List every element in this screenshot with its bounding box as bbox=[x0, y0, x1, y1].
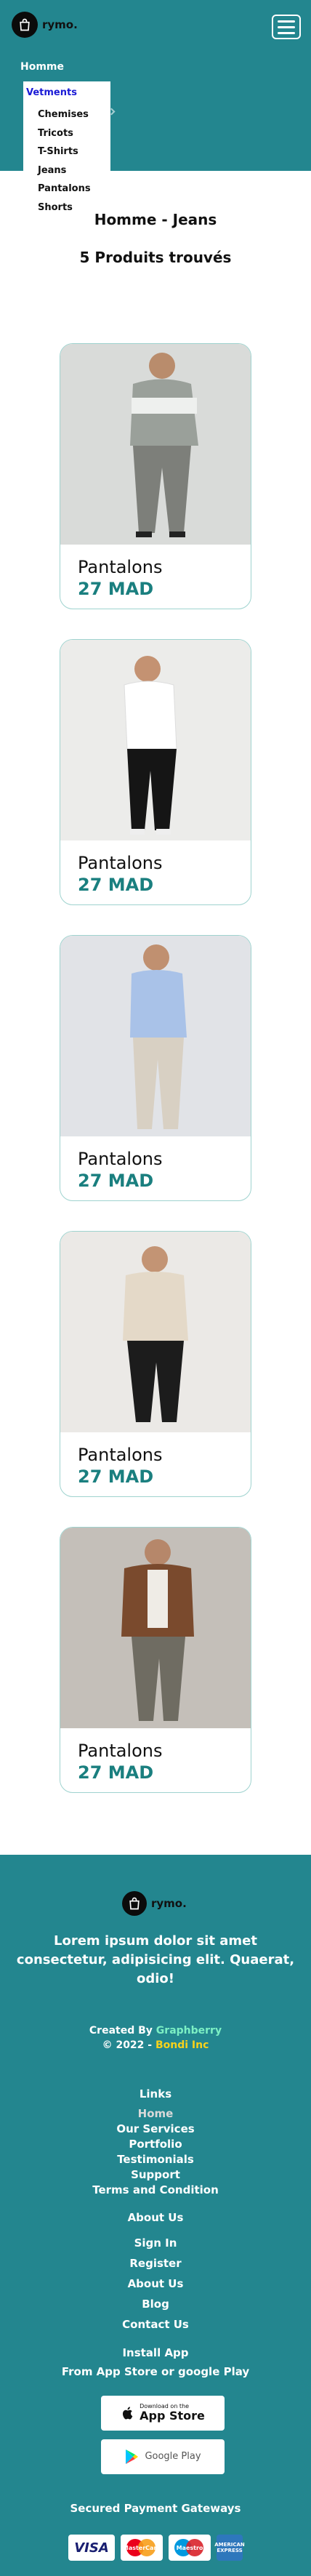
menu-toggle-button[interactable] bbox=[272, 15, 301, 39]
footer-link-testimonials[interactable]: Testimonials bbox=[0, 2152, 311, 2167]
google-play-label: Google Play bbox=[145, 2451, 201, 2463]
install-heading: Install App bbox=[122, 2346, 189, 2359]
brand-name: rymo. bbox=[42, 18, 78, 31]
dropdown-item-chemises[interactable]: Chemises bbox=[38, 108, 91, 127]
google-play-button[interactable]: Google Play bbox=[101, 2439, 225, 2474]
about-heading: About Us bbox=[127, 2211, 184, 2224]
dropdown-item-pantalons[interactable]: Pantalons bbox=[38, 182, 91, 201]
footer-link-portfolio[interactable]: Portfolio bbox=[0, 2137, 311, 2152]
mastercard-logo: MasterCard bbox=[121, 2535, 163, 2561]
payments-heading: Secured Payment Gateways bbox=[70, 2502, 241, 2515]
product-image bbox=[60, 344, 251, 545]
footer-brand[interactable]: rymo. bbox=[122, 1891, 187, 1916]
about-links-list: Sign In Register About Us Blog Contact U… bbox=[0, 2233, 311, 2335]
product-name: Pantalons bbox=[78, 1445, 163, 1465]
footer-links-list: Home Our Services Portfolio Testimonials… bbox=[0, 2106, 311, 2198]
category-dropdown: Vetments Chemises Tricots T-Shirts Jeans… bbox=[23, 81, 110, 213]
app-store-label: App Store bbox=[140, 2408, 205, 2423]
hamburger-line bbox=[278, 25, 295, 28]
brand-logo[interactable]: rymo. bbox=[12, 12, 78, 38]
apple-icon bbox=[123, 2407, 133, 2420]
product-price: 27 MAD bbox=[78, 1171, 154, 1191]
nav-link-homme[interactable]: Homme bbox=[20, 61, 64, 73]
page-title: Homme - Jeans bbox=[94, 211, 217, 228]
mastercard-label: MasterCard bbox=[122, 2544, 161, 2551]
footer-link-about[interactable]: About Us bbox=[0, 2274, 311, 2294]
copyright-owner-link[interactable]: Bondi Inc bbox=[156, 2039, 209, 2051]
created-by-link[interactable]: Graphberry bbox=[156, 2025, 222, 2037]
product-price: 27 MAD bbox=[78, 1466, 154, 1487]
created-by-label: Created By bbox=[89, 2025, 153, 2037]
product-card[interactable]: Pantalons 27 MAD bbox=[60, 935, 251, 1201]
footer-brand-name: rymo. bbox=[151, 1897, 187, 1910]
dropdown-title[interactable]: Vetments bbox=[26, 87, 77, 98]
product-card[interactable]: Pantalons 27 MAD bbox=[60, 1231, 251, 1497]
product-image bbox=[60, 640, 251, 840]
product-name: Pantalons bbox=[78, 853, 163, 873]
hamburger-line bbox=[278, 31, 295, 34]
shopping-bag-icon bbox=[12, 12, 38, 38]
maestro-label: Maestro bbox=[176, 2544, 203, 2551]
amex-logo: AMERICAN EXPRESS bbox=[214, 2535, 245, 2561]
install-subheading: From App Store or google Play bbox=[61, 2365, 250, 2378]
product-name: Pantalons bbox=[78, 557, 163, 577]
hamburger-line bbox=[278, 20, 295, 23]
links-heading: Links bbox=[139, 2087, 172, 2100]
visa-logo: VISA bbox=[68, 2535, 115, 2561]
footer-link-home[interactable]: Home bbox=[0, 2106, 311, 2122]
footer-link-blog[interactable]: Blog bbox=[0, 2294, 311, 2314]
dropdown-list: Chemises Tricots T-Shirts Jeans Pantalon… bbox=[38, 108, 91, 219]
payment-logos: VISA MasterCard Maestro AMERICAN EXPRESS bbox=[0, 2535, 311, 2561]
product-price: 27 MAD bbox=[78, 1762, 154, 1783]
footer-link-support[interactable]: Support bbox=[0, 2167, 311, 2183]
copyright-label: © 2022 - bbox=[102, 2039, 153, 2051]
footer-link-register[interactable]: Register bbox=[0, 2253, 311, 2274]
site-header: rymo. Homme Vetments Chemises Tricots T-… bbox=[0, 0, 311, 213]
footer-tagline: Lorem ipsum dolor sit amet consectetur, … bbox=[16, 1933, 295, 1986]
footer-link-contact[interactable]: Contact Us bbox=[0, 2314, 311, 2335]
product-card[interactable]: Pantalons 27 MAD bbox=[60, 343, 251, 609]
footer-link-services[interactable]: Our Services bbox=[0, 2122, 311, 2137]
product-name: Pantalons bbox=[78, 1149, 163, 1169]
site-footer: rymo. Lorem ipsum dolor sit amet consect… bbox=[0, 1855, 311, 2576]
footer-credits: Created By Graphberry © 2022 - Bondi Inc bbox=[0, 2023, 311, 2053]
footer-link-terms[interactable]: Terms and Condition bbox=[0, 2183, 311, 2198]
shopping-bag-icon bbox=[122, 1891, 147, 1916]
dropdown-item-jeans[interactable]: Jeans bbox=[38, 164, 91, 182]
maestro-logo: Maestro bbox=[169, 2535, 211, 2561]
product-image bbox=[60, 936, 251, 1136]
product-image bbox=[60, 1232, 251, 1432]
dropdown-item-tricots[interactable]: Tricots bbox=[38, 127, 91, 145]
product-price: 27 MAD bbox=[78, 875, 154, 895]
product-card[interactable]: Pantalons 27 MAD bbox=[60, 1527, 251, 1793]
dropdown-item-tshirts[interactable]: T-Shirts bbox=[38, 145, 91, 164]
google-play-icon bbox=[126, 2449, 139, 2464]
product-image bbox=[60, 1528, 251, 1728]
footer-link-signin[interactable]: Sign In bbox=[0, 2233, 311, 2253]
product-name: Pantalons bbox=[78, 1741, 163, 1761]
product-card[interactable]: Pantalons 27 MAD bbox=[60, 639, 251, 905]
product-price: 27 MAD bbox=[78, 579, 154, 599]
app-store-button[interactable]: Download on the App Store bbox=[101, 2396, 225, 2431]
results-count: 5 Produits trouvés bbox=[79, 249, 232, 266]
